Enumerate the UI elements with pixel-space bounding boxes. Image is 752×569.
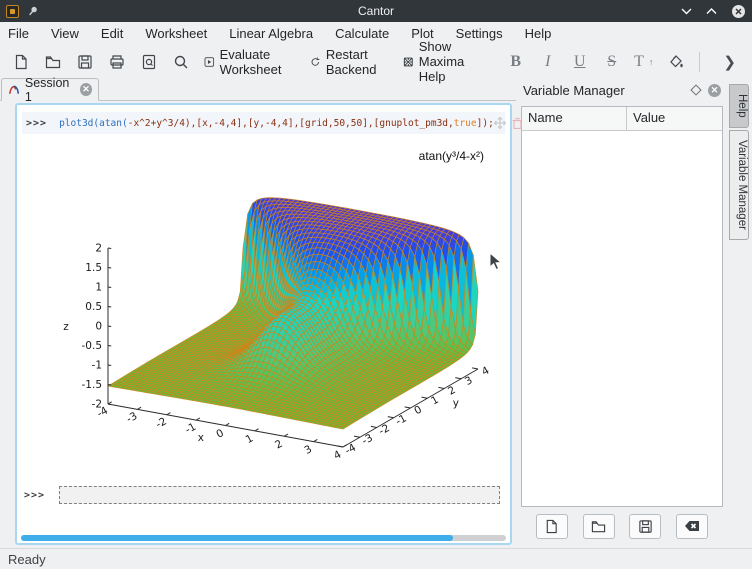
menu-edit[interactable]: Edit [101, 26, 123, 41]
variable-table: Name Value [521, 106, 723, 507]
worksheet-area: Session 1 ✕ >>> plot3d(atan(-x^2+y^3/4),… [0, 78, 516, 548]
clear-backspace-icon [684, 519, 700, 533]
command-text[interactable]: plot3d(atan(-x^2+y^3/4),[x,-4,4],[y,-4,4… [59, 118, 494, 129]
magnifier-icon [173, 54, 189, 70]
menu-file[interactable]: File [8, 26, 29, 41]
variable-manager-buttons [521, 513, 723, 539]
tab-session-label: Session 1 [25, 76, 75, 104]
plot-title: atan(y³/4-x²) [419, 149, 484, 163]
page-magnifier-icon [141, 54, 157, 70]
status-text: Ready [8, 552, 46, 567]
cantor-window: Cantor File View Edit Worksheet Linear A… [0, 0, 752, 569]
maximize-button[interactable] [706, 7, 717, 15]
column-value[interactable]: Value [627, 107, 722, 130]
folder-icon [45, 54, 61, 70]
empty-command-entry[interactable] [59, 486, 500, 504]
evaluate-worksheet-label: Evaluate Worksheet [220, 47, 297, 77]
print-preview-button[interactable] [136, 49, 162, 75]
maxima-session-icon [8, 83, 20, 96]
command-entry[interactable]: >>> plot3d(atan(-x^2+y^3/4),[x,-4,4],[y,… [22, 112, 505, 134]
paint-bucket-icon [668, 54, 684, 70]
up-arrow-glyph: ↑ [649, 57, 654, 67]
panel-close-icon[interactable]: ✕ [708, 84, 721, 97]
new-variable-button[interactable] [536, 514, 568, 539]
bold-button[interactable]: B [503, 49, 529, 75]
variable-manager-title: Variable Manager [523, 83, 625, 98]
float-panel-icon[interactable] [690, 84, 701, 95]
printer-icon [109, 54, 125, 70]
menu-bar: File View Edit Worksheet Linear Algebra … [0, 22, 752, 45]
menu-calculate[interactable]: Calculate [335, 26, 389, 41]
menu-worksheet[interactable]: Worksheet [145, 26, 207, 41]
restart-backend-button[interactable]: Restart Backend [306, 49, 393, 75]
load-variables-button[interactable] [583, 514, 615, 539]
fill-color-button[interactable] [663, 49, 689, 75]
menu-linear-algebra[interactable]: Linear Algebra [229, 26, 313, 41]
plot-output: atan(y³/4-x²) [24, 136, 506, 481]
status-bar: Ready [0, 548, 752, 569]
restart-icon [310, 54, 321, 70]
horizontal-scrollbar[interactable] [21, 535, 506, 541]
evaluate-worksheet-button[interactable]: Evaluate Worksheet [200, 49, 300, 75]
prompt: >>> [26, 118, 47, 129]
play-icon [204, 54, 215, 70]
tab-session-1[interactable]: Session 1 ✕ [1, 78, 99, 101]
superscript-button[interactable]: T↑ [631, 49, 657, 75]
print-button[interactable] [104, 49, 130, 75]
variable-manager-header: Variable Manager ✕ [517, 78, 727, 102]
mouse-cursor [489, 252, 503, 272]
variable-manager-panel: Variable Manager ✕ Name Value [517, 78, 727, 545]
title-bar[interactable]: Cantor [0, 0, 752, 22]
open-button[interactable] [40, 49, 66, 75]
show-maxima-help-button[interactable]: Show Maxima Help [399, 49, 497, 75]
scrollbar-thumb[interactable] [21, 535, 453, 541]
document-new-icon [13, 54, 29, 70]
tab-bar: Session 1 ✕ [0, 78, 516, 101]
floppy-icon [77, 54, 93, 70]
menu-help[interactable]: Help [525, 26, 552, 41]
variable-table-header: Name Value [522, 107, 722, 131]
restart-backend-label: Restart Backend [326, 47, 389, 77]
side-tab-strip: Help Variable Manager [727, 78, 752, 548]
save-button[interactable] [72, 49, 98, 75]
close-button[interactable] [731, 4, 746, 19]
empty-entry-row: >>> [24, 485, 500, 505]
floppy-icon [638, 519, 653, 534]
drag-handle-icon[interactable] [494, 117, 506, 129]
new-worksheet-button[interactable] [8, 49, 34, 75]
menu-view[interactable]: View [51, 26, 79, 41]
strikethrough-button[interactable]: S [599, 49, 625, 75]
window-title: Cantor [0, 4, 752, 18]
maxima-help-icon [403, 54, 414, 70]
side-tab-help[interactable]: Help [729, 84, 749, 128]
minimize-button[interactable] [681, 7, 692, 15]
column-name[interactable]: Name [522, 107, 627, 130]
italic-button[interactable]: I [535, 49, 561, 75]
clear-variables-button[interactable] [676, 514, 708, 539]
document-new-icon [544, 519, 559, 534]
toolbar: Evaluate Worksheet Restart Backend Show … [0, 45, 752, 78]
folder-icon [591, 519, 606, 534]
tab-close-icon[interactable]: ✕ [80, 83, 92, 96]
worksheet[interactable]: >>> plot3d(atan(-x^2+y^3/4),[x,-4,4],[y,… [15, 103, 512, 545]
side-tab-variable-manager[interactable]: Variable Manager [729, 130, 749, 240]
find-button[interactable] [168, 49, 194, 75]
toolbar-overflow-button[interactable]: ❯ [715, 53, 744, 71]
underline-button[interactable]: U [567, 49, 593, 75]
prompt-2: >>> [24, 490, 45, 501]
toolbar-separator [699, 52, 700, 72]
surface-plot-canvas [24, 136, 506, 481]
save-variables-button[interactable] [629, 514, 661, 539]
